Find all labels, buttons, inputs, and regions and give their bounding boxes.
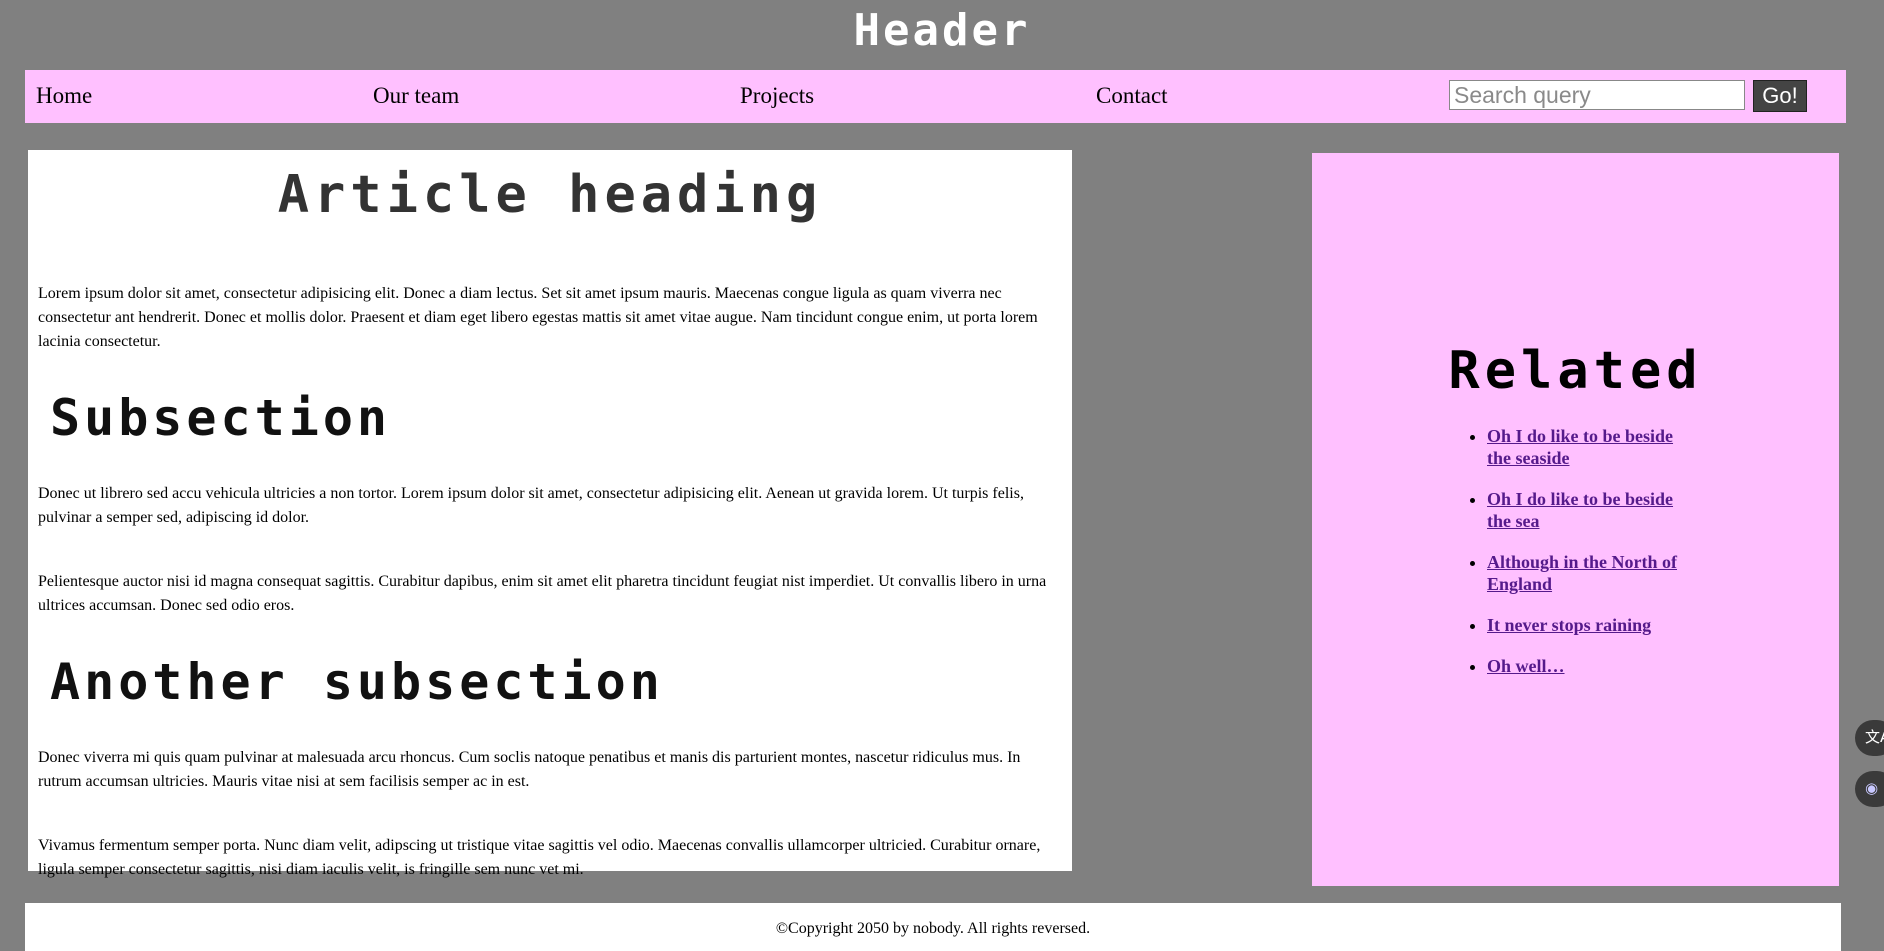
- related-link[interactable]: Although in the North of England: [1487, 552, 1677, 594]
- list-item: Although in the North of England: [1487, 551, 1687, 595]
- related-link[interactable]: Oh well…: [1487, 656, 1565, 676]
- list-item: Oh I do like to be beside the seaside: [1487, 425, 1687, 469]
- list-item: Oh well…: [1487, 655, 1687, 677]
- another-subsection-paragraph-2: Vivamus fermentum semper porta. Nunc dia…: [38, 837, 1041, 878]
- nav-link-projects[interactable]: Projects: [740, 82, 814, 110]
- article: Article heading Lorem ipsum dolor sit am…: [28, 150, 1072, 878]
- list-item: It never stops raining: [1487, 614, 1687, 636]
- assistant-icon: ◉: [1865, 779, 1879, 797]
- list-item: Oh I do like to be beside the sea: [1487, 488, 1687, 532]
- related-heading: Related: [1448, 341, 1703, 401]
- related-link[interactable]: Oh I do like to be beside the seaside: [1487, 426, 1673, 468]
- related-link[interactable]: Oh I do like to be beside the sea: [1487, 489, 1673, 531]
- related-links-list: Oh I do like to be beside the seaside Oh…: [1467, 425, 1687, 696]
- related-link[interactable]: It never stops raining: [1487, 615, 1651, 635]
- site-footer: ©Copyright 2050 by nobody. All rights re…: [25, 903, 1841, 951]
- translate-icon: 文A: [1865, 728, 1884, 746]
- assistant-button[interactable]: ◉: [1855, 771, 1884, 807]
- main-navigation: Home Our team Projects Contact Go!: [25, 70, 1846, 123]
- subsection-paragraph-2: Pelientesque auctor nisi id magna conseq…: [38, 573, 1047, 614]
- article-intro-paragraph: Lorem ipsum dolor sit amet, consectetur …: [38, 285, 1038, 350]
- search-go-button[interactable]: Go!: [1753, 80, 1807, 112]
- another-subsection-heading: Another subsection: [50, 653, 664, 711]
- nav-link-home[interactable]: Home: [36, 82, 92, 110]
- related-sidebar: Related Oh I do like to be beside the se…: [1312, 153, 1839, 886]
- nav-link-contact[interactable]: Contact: [1096, 82, 1168, 110]
- another-subsection-paragraph-1: Donec viverra mi quis quam pulvinar at m…: [38, 749, 1021, 790]
- nav-link-our-team[interactable]: Our team: [373, 82, 459, 110]
- page-title: Header: [853, 5, 1031, 56]
- copyright-text: ©Copyright 2050 by nobody. All rights re…: [775, 920, 1091, 937]
- subsection-heading: Subsection: [50, 389, 392, 447]
- search-input[interactable]: [1449, 80, 1745, 110]
- article-heading: Article heading: [277, 165, 823, 225]
- translate-button[interactable]: 文A: [1855, 720, 1884, 756]
- subsection-paragraph-1: Donec ut librero sed accu vehicula ultri…: [38, 485, 1024, 526]
- site-header: Header: [0, 0, 1884, 70]
